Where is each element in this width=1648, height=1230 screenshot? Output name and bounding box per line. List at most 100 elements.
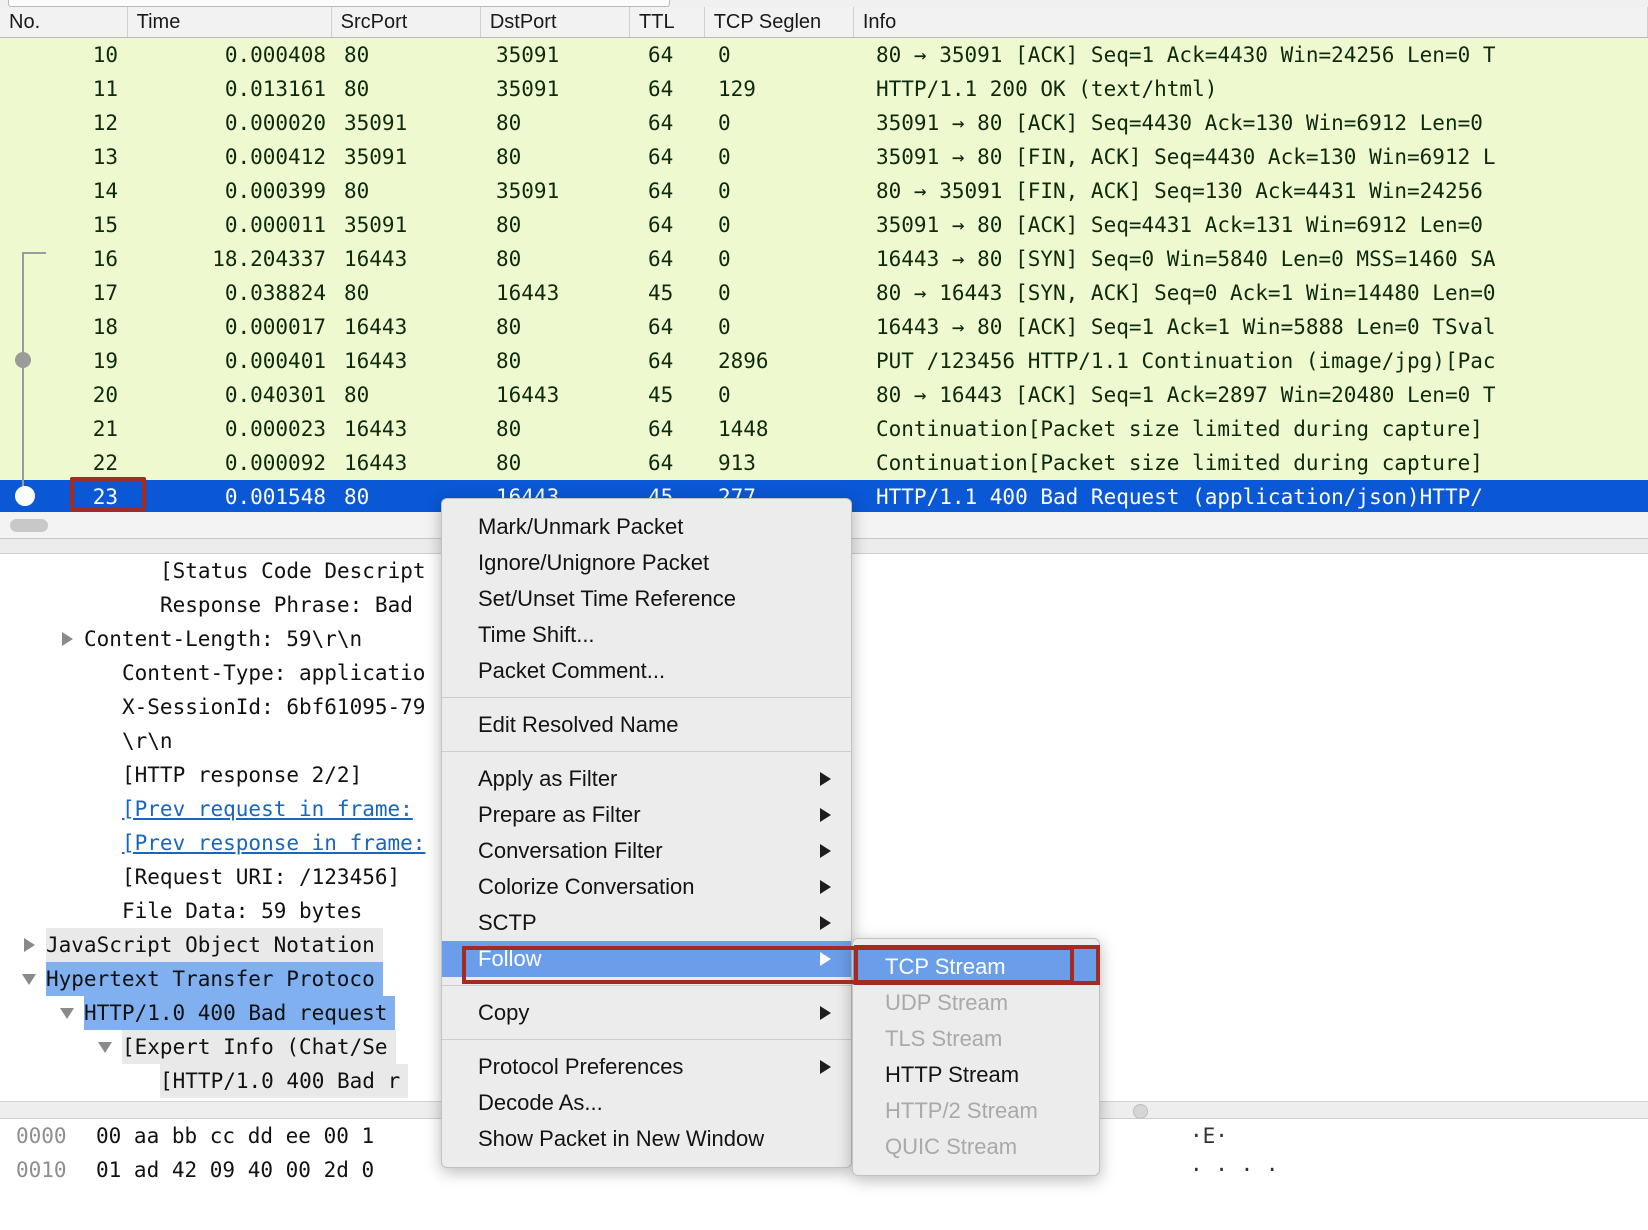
packet-cell-time: 0.040301 <box>130 378 338 412</box>
menu-item[interactable]: Time Shift... <box>442 617 851 653</box>
menu-item-label: SCTP <box>478 910 537 935</box>
packet-row[interactable]: 140.000399803509164080 → 35091 [FIN, ACK… <box>0 174 1648 208</box>
chevron-down-icon[interactable] <box>56 996 78 1030</box>
annotation-box-packet-23 <box>70 477 146 511</box>
hex-offset: 0000 <box>16 1119 67 1153</box>
detail-tree-label: \r\n <box>122 724 181 758</box>
packet-row[interactable]: 170.038824801644345080 → 16443 [SYN, ACK… <box>0 276 1648 310</box>
column-header-time[interactable]: Time <box>128 7 332 37</box>
packet-row[interactable]: 190.0004011644380642896PUT /123456 HTTP/… <box>0 344 1648 378</box>
packet-cell-src: 16443 <box>338 242 490 276</box>
packet-cell-no: 14 <box>0 174 130 208</box>
menu-item[interactable]: Packet Comment... <box>442 653 851 689</box>
packet-cell-info: PUT /123456 HTTP/1.1 Continuation (image… <box>870 344 1648 378</box>
submenu-item: UDP Stream <box>853 985 1099 1021</box>
packet-row[interactable]: 130.000412350918064035091 → 80 [FIN, ACK… <box>0 140 1648 174</box>
packet-cell-ttl: 45 <box>642 276 718 310</box>
packet-list-rows[interactable]: 100.000408803509164080 → 35091 [ACK] Seq… <box>0 38 1648 512</box>
packet-cell-info: 80 → 35091 [FIN, ACK] Seq=130 Ack=4431 W… <box>870 174 1648 208</box>
menu-item[interactable]: Colorize Conversation <box>442 869 851 905</box>
detail-tree-label: [Request URI: /123456] <box>122 860 408 894</box>
chevron-right-icon[interactable] <box>18 928 40 962</box>
menu-item[interactable]: Apply as Filter <box>442 761 851 797</box>
packet-cell-seglen: 129 <box>718 72 870 106</box>
annotation-box-tcp-stream <box>854 945 1100 985</box>
packet-row[interactable]: 200.040301801644345080 → 16443 [ACK] Seq… <box>0 378 1648 412</box>
packet-cell-dst: 35091 <box>490 174 642 208</box>
packet-row[interactable]: 150.000011350918064035091 → 80 [ACK] Seq… <box>0 208 1648 242</box>
packet-cell-src: 16443 <box>338 412 490 446</box>
menu-item[interactable]: Set/Unset Time Reference <box>442 581 851 617</box>
menu-item[interactable]: SCTP <box>442 905 851 941</box>
packet-list-pane[interactable]: No.TimeSrcPortDstPortTTLTCP SeglenInfo 1… <box>0 0 1648 512</box>
packet-row[interactable]: 1618.204337164438064016443 → 80 [SYN] Se… <box>0 242 1648 276</box>
packet-context-menu[interactable]: Mark/Unmark Packet Ignore/Unignore Packet… <box>441 498 852 1168</box>
packet-cell-ttl: 64 <box>642 242 718 276</box>
pane-resize-handle[interactable] <box>1133 1104 1148 1119</box>
packet-cell-no: 13 <box>0 140 130 174</box>
packet-cell-src: 35091 <box>338 106 490 140</box>
packet-cell-dst: 80 <box>490 446 642 480</box>
chevron-down-icon[interactable] <box>18 962 40 996</box>
packet-cell-dst: 80 <box>490 140 642 174</box>
column-header-ttl[interactable]: TTL <box>630 7 705 37</box>
chevron-right-icon[interactable] <box>56 622 78 656</box>
submenu-item[interactable]: HTTP Stream <box>853 1057 1099 1093</box>
packet-cell-dst: 80 <box>490 344 642 378</box>
packet-cell-dst: 80 <box>490 106 642 140</box>
packet-row[interactable]: 100.000408803509164080 → 35091 [ACK] Seq… <box>0 38 1648 72</box>
packet-cell-dst: 80 <box>490 412 642 446</box>
packet-cell-seglen: 1448 <box>718 412 870 446</box>
packet-row[interactable]: 210.0000231644380641448Continuation[Pack… <box>0 412 1648 446</box>
packet-list-header[interactable]: No.TimeSrcPortDstPortTTLTCP SeglenInfo <box>0 7 1648 38</box>
submenu-item: TLS Stream <box>853 1021 1099 1057</box>
packet-cell-ttl: 64 <box>642 208 718 242</box>
menu-item[interactable]: Mark/Unmark Packet <box>442 509 851 545</box>
packet-cell-seglen: 0 <box>718 38 870 72</box>
conversation-endpoint-icon <box>15 486 35 506</box>
conversation-bracket-icon <box>22 252 46 254</box>
packet-cell-ttl: 45 <box>642 378 718 412</box>
column-header-seglen[interactable]: TCP Seglen <box>705 7 854 37</box>
packet-cell-seglen: 2896 <box>718 344 870 378</box>
menu-item[interactable]: Conversation Filter <box>442 833 851 869</box>
packet-cell-info: 16443 → 80 [SYN] Seq=0 Win=5840 Len=0 MS… <box>870 242 1648 276</box>
packet-row[interactable]: 120.000020350918064035091 → 80 [ACK] Seq… <box>0 106 1648 140</box>
column-header-dst[interactable]: DstPort <box>481 7 630 37</box>
chevron-down-icon[interactable] <box>94 1030 116 1064</box>
hscrollbar-thumb[interactable] <box>10 519 48 532</box>
column-header-src[interactable]: SrcPort <box>332 7 481 37</box>
submenu-arrow-icon <box>820 844 831 858</box>
submenu-arrow-icon <box>820 1060 831 1074</box>
packet-row[interactable]: 220.000092164438064913Continuation[Packe… <box>0 446 1648 480</box>
menu-separator <box>442 985 851 986</box>
packet-cell-time: 0.001548 <box>130 480 338 512</box>
packet-cell-time: 0.000020 <box>130 106 338 140</box>
menu-item-label: Set/Unset Time Reference <box>478 586 736 611</box>
packet-cell-ttl: 64 <box>642 174 718 208</box>
menu-item[interactable]: Prepare as Filter <box>442 797 851 833</box>
packet-cell-no: 16 <box>0 242 130 276</box>
packet-cell-src: 16443 <box>338 344 490 378</box>
packet-row[interactable]: 110.013161803509164129HTTP/1.1 200 OK (t… <box>0 72 1648 106</box>
packet-cell-src: 80 <box>338 38 490 72</box>
packet-row[interactable]: 180.000017164438064016443 → 80 [ACK] Seq… <box>0 310 1648 344</box>
packet-cell-info: 35091 → 80 [ACK] Seq=4431 Ack=131 Win=69… <box>870 208 1648 242</box>
submenu-item: QUIC Stream <box>853 1129 1099 1165</box>
menu-item[interactable]: Edit Resolved Name <box>442 707 851 743</box>
packet-cell-info: HTTP/1.1 200 OK (text/html) <box>870 72 1648 106</box>
menu-item[interactable]: Show Packet in New Window <box>442 1121 851 1157</box>
menu-separator <box>442 1039 851 1040</box>
menu-item[interactable]: Protocol Preferences <box>442 1049 851 1085</box>
packet-cell-dst: 16443 <box>490 378 642 412</box>
menu-item[interactable]: Copy <box>442 995 851 1031</box>
column-header-no[interactable]: No. <box>0 7 128 37</box>
conversation-dot-icon <box>15 352 31 368</box>
menu-bottom-padding <box>442 1157 851 1167</box>
menu-item[interactable]: Ignore/Unignore Packet <box>442 545 851 581</box>
menu-item-label: Ignore/Unignore Packet <box>478 550 709 575</box>
detail-tree-label: Content-Type: applicatio <box>122 656 433 690</box>
menu-item[interactable]: Decode As... <box>442 1085 851 1121</box>
column-header-info[interactable]: Info <box>854 7 1648 37</box>
packet-cell-time: 0.038824 <box>130 276 338 310</box>
